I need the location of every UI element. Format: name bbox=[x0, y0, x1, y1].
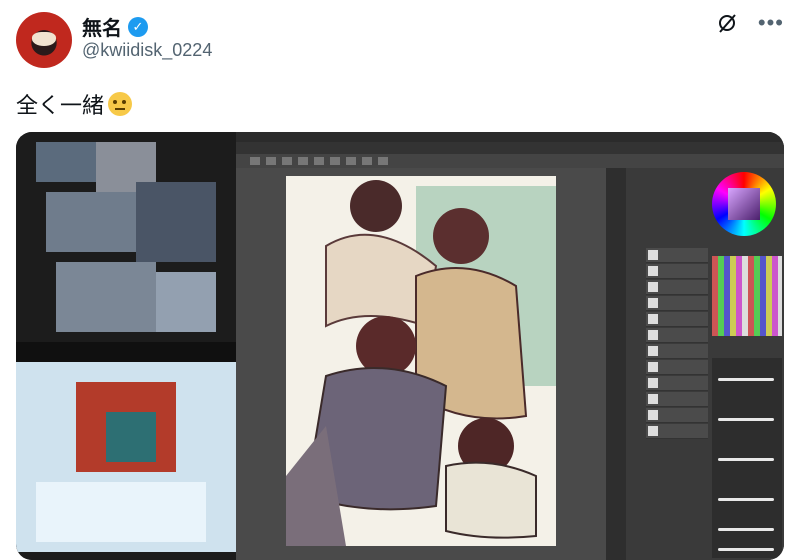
tool-strip bbox=[606, 168, 626, 560]
artwork bbox=[286, 176, 556, 546]
grok-icon[interactable] bbox=[716, 12, 738, 34]
more-icon[interactable]: ••• bbox=[758, 12, 784, 34]
app-title-bar bbox=[236, 132, 784, 142]
rolling-eyes-emoji-icon bbox=[108, 92, 133, 116]
handle[interactable]: @kwiidisk_0224 bbox=[82, 40, 212, 61]
pixelated-image bbox=[16, 132, 236, 560]
author-row: 無名 ✓ bbox=[82, 12, 148, 41]
color-wheel bbox=[712, 172, 776, 236]
display-name[interactable]: 無名 bbox=[82, 12, 122, 41]
drawing-app-window bbox=[236, 132, 784, 560]
side-panels bbox=[626, 168, 784, 560]
tweet-media[interactable] bbox=[16, 132, 784, 560]
brush-list bbox=[712, 358, 782, 558]
color-swatches bbox=[712, 256, 782, 336]
tweet-text-content: 全く一緒 bbox=[16, 93, 105, 118]
app-menu-bar bbox=[236, 142, 784, 154]
tweet-actions: ••• bbox=[716, 12, 784, 34]
canvas-area bbox=[236, 168, 606, 560]
tweet-text: 全く一緒 bbox=[16, 88, 133, 120]
app-toolbar bbox=[236, 154, 784, 168]
avatar[interactable] bbox=[16, 12, 72, 68]
verified-badge-icon[interactable]: ✓ bbox=[128, 16, 148, 37]
